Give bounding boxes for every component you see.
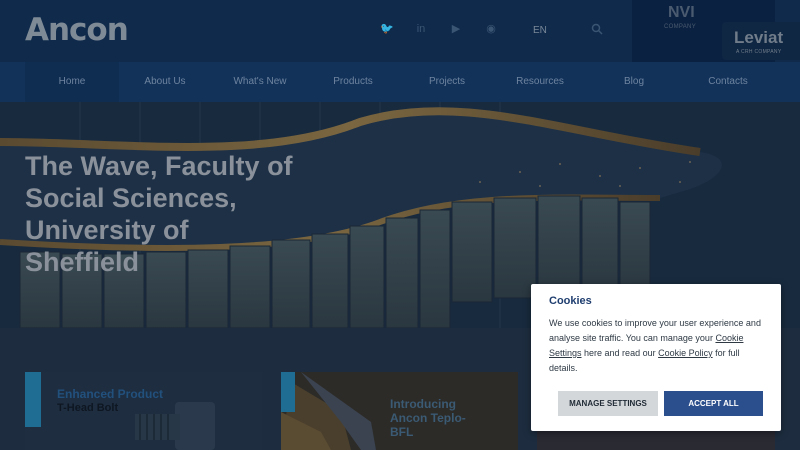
corporate-logo: NVI: [668, 4, 695, 21]
rss-icon[interactable]: ◉: [484, 22, 498, 36]
twitter-icon[interactable]: 🐦: [380, 22, 394, 36]
nav-item-whats-new[interactable]: What's New: [215, 62, 305, 102]
cookie-consent-dialog: Cookies We use cookies to improve your u…: [531, 284, 781, 431]
nav-item-resources[interactable]: Resources: [495, 62, 585, 102]
card1-title: Enhanced Product: [57, 387, 164, 401]
cookie-description: We use cookies to improve your user expe…: [549, 316, 769, 376]
nav-item-home[interactable]: Home: [25, 62, 119, 102]
card-accent-bar: [25, 372, 41, 427]
search-icon[interactable]: [590, 22, 604, 36]
cookie-title: Cookies: [549, 295, 592, 307]
accept-all-button[interactable]: ACCEPT ALL: [664, 391, 763, 416]
nav-item-products[interactable]: Products: [308, 62, 398, 102]
manage-settings-button[interactable]: MANAGE SETTINGS: [558, 391, 658, 416]
nav-item-about[interactable]: About Us: [120, 62, 210, 102]
hero-title: The Wave, Faculty of Social Sciences, Un…: [25, 151, 293, 277]
card2-title: Introducing Ancon Teplo-BFL: [390, 397, 466, 439]
card1-subtitle: T-Head Bolt: [57, 402, 119, 414]
language-selector[interactable]: EN: [533, 25, 547, 36]
cookie-policy-link[interactable]: Cookie Policy: [658, 348, 713, 358]
leviat-subtext: A CRH COMPANY: [736, 49, 782, 55]
site-header: Ancon 🐦 in ▶ ◉ EN NVI COMPANY: [0, 0, 800, 62]
nav-item-blog[interactable]: Blog: [589, 62, 679, 102]
nav-item-projects[interactable]: Projects: [402, 62, 492, 102]
leviat-logo: Leviat: [734, 28, 784, 47]
main-nav: Home About Us What's New Products Projec…: [0, 62, 800, 102]
youtube-icon[interactable]: ▶: [449, 22, 463, 36]
ancon-logo[interactable]: Ancon: [25, 12, 129, 48]
nav-item-contacts[interactable]: Contacts: [683, 62, 773, 102]
linkedin-icon[interactable]: in: [414, 22, 428, 36]
card-accent-bar: [281, 372, 295, 412]
cookie-text-part: here and read our: [581, 348, 659, 358]
corporate-subtext: COMPANY: [664, 24, 696, 30]
